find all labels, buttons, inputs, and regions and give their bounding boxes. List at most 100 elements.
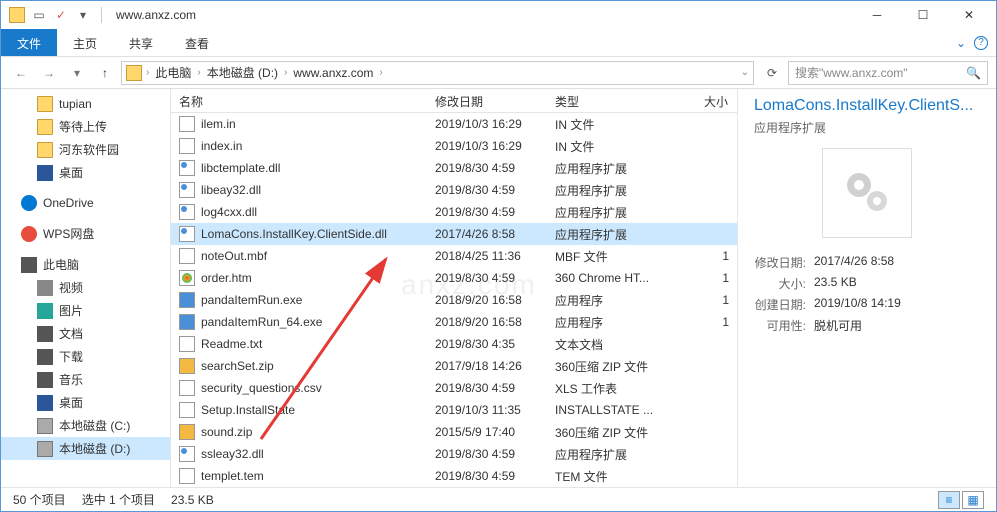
nav-history-dropdown[interactable]: ▾	[65, 61, 89, 85]
ribbon-tab-home[interactable]: 主页	[57, 29, 113, 56]
tree-item-label: 桌面	[59, 394, 83, 411]
tree-item[interactable]: WPS网盘	[1, 222, 170, 245]
qat-check-icon[interactable]: ✓	[51, 5, 71, 25]
nav-up-button[interactable]: ↑	[93, 61, 117, 85]
file-row[interactable]: sound.zip 2015/5/9 17:40 360压缩 ZIP 文件	[171, 421, 737, 443]
file-row[interactable]: ssleay32.dll 2019/8/30 4:59 应用程序扩展	[171, 443, 737, 465]
file-name: noteOut.mbf	[201, 249, 267, 263]
tree-item[interactable]: 等待上传	[1, 115, 170, 138]
view-thumbnails-button[interactable]: ▦	[962, 491, 984, 509]
file-row[interactable]: Setup.InstallState 2019/10/3 11:35 INSTA…	[171, 399, 737, 421]
tree-item[interactable]: 本地磁盘 (C:)	[1, 414, 170, 437]
file-row[interactable]: log4cxx.dll 2019/8/30 4:59 应用程序扩展	[171, 201, 737, 223]
search-placeholder: 搜索"www.anxz.com"	[795, 64, 960, 81]
file-type: IN 文件	[547, 138, 687, 155]
chevron-right-icon[interactable]: ›	[146, 67, 149, 78]
file-icon	[179, 226, 195, 242]
ribbon-tab-share[interactable]: 共享	[113, 29, 169, 56]
qat-properties-icon[interactable]: ▭	[29, 5, 49, 25]
tree-item[interactable]: 河东软件园	[1, 138, 170, 161]
file-row[interactable]: pandaItemRun.exe 2018/9/20 16:58 应用程序 1	[171, 289, 737, 311]
file-type: TEM 文件	[547, 468, 687, 485]
tree-item-label: tupian	[59, 97, 92, 111]
tree-item[interactable]: tupian	[1, 93, 170, 115]
pictures-icon	[37, 303, 53, 319]
chevron-right-icon[interactable]: ›	[284, 67, 287, 78]
navigation-tree[interactable]: tupian 等待上传河东软件园桌面 OneDrive WPS网盘此电脑视频图片文档下…	[1, 89, 171, 487]
detail-row: 修改日期:2017/4/26 8:58	[754, 254, 980, 271]
file-row[interactable]: security_questions.csv 2019/8/30 4:59 XL…	[171, 377, 737, 399]
detail-label: 大小:	[754, 275, 814, 292]
file-row[interactable]: index.in 2019/10/3 16:29 IN 文件	[171, 135, 737, 157]
file-row[interactable]: order.htm 2019/8/30 4:59 360 Chrome HT..…	[171, 267, 737, 289]
refresh-button[interactable]: ⟳	[760, 61, 784, 85]
close-button[interactable]: ✕	[946, 1, 992, 29]
breadcrumb-item[interactable]: 此电脑	[153, 64, 193, 81]
file-name: pandaItemRun.exe	[201, 293, 302, 307]
breadcrumb[interactable]: › 此电脑 › 本地磁盘 (D:) › www.anxz.com › ⌄	[121, 61, 754, 85]
file-icon	[179, 336, 195, 352]
file-date: 2019/8/30 4:59	[427, 161, 547, 175]
tree-item[interactable]: 此电脑	[1, 253, 170, 276]
tree-item[interactable]: 音乐	[1, 368, 170, 391]
file-row[interactable]: noteOut.mbf 2018/4/25 11:36 MBF 文件 1	[171, 245, 737, 267]
file-date: 2018/9/20 16:58	[427, 315, 547, 329]
tree-item[interactable]: OneDrive	[1, 192, 170, 214]
tree-item[interactable]: 视频	[1, 276, 170, 299]
file-date: 2019/8/30 4:59	[427, 183, 547, 197]
file-row[interactable]: templet.tem 2019/8/30 4:59 TEM 文件	[171, 465, 737, 487]
tree-item[interactable]: 文档	[1, 322, 170, 345]
file-type: 应用程序扩展	[547, 226, 687, 243]
column-header-type[interactable]: 类型	[547, 89, 687, 112]
folder-icon	[37, 119, 53, 135]
column-headers: 名称 修改日期 类型 大小	[171, 89, 737, 113]
tree-item[interactable]: 桌面	[1, 391, 170, 414]
file-row[interactable]: Readme.txt 2019/8/30 4:35 文本文档	[171, 333, 737, 355]
chevron-right-icon[interactable]: ›	[379, 67, 382, 78]
tree-item[interactable]: 图片	[1, 299, 170, 322]
docs-icon	[37, 326, 53, 342]
file-size: 1	[687, 293, 737, 307]
nav-back-button[interactable]: ←	[9, 61, 33, 85]
tree-item[interactable]: 桌面	[1, 161, 170, 184]
column-header-size[interactable]: 大小	[687, 89, 737, 112]
file-row[interactable]: LomaCons.InstallKey.ClientSide.dll 2017/…	[171, 223, 737, 245]
tree-item[interactable]: 本地磁盘 (D:)	[1, 437, 170, 460]
file-row[interactable]: libctemplate.dll 2019/8/30 4:59 应用程序扩展	[171, 157, 737, 179]
minimize-button[interactable]: ─	[854, 1, 900, 29]
tree-item-label: 视频	[59, 279, 83, 296]
file-row[interactable]: ilem.in 2019/10/3 16:29 IN 文件	[171, 113, 737, 135]
breadcrumb-item[interactable]: 本地磁盘 (D:)	[205, 64, 280, 81]
file-type: 应用程序	[547, 314, 687, 331]
chevron-down-icon[interactable]: ⌄	[741, 67, 749, 78]
file-row[interactable]: searchSet.zip 2017/9/18 14:26 360压缩 ZIP …	[171, 355, 737, 377]
file-name: libctemplate.dll	[201, 161, 280, 175]
status-bar: 50 个项目 选中 1 个项目 23.5 KB ≡ ▦	[1, 487, 996, 511]
ribbon-tab-file[interactable]: 文件	[1, 29, 57, 56]
nav-forward-button[interactable]: →	[37, 61, 61, 85]
view-details-button[interactable]: ≡	[938, 491, 960, 509]
breadcrumb-item[interactable]: www.anxz.com	[291, 66, 375, 80]
ribbon-tab-view[interactable]: 查看	[169, 29, 225, 56]
column-header-name[interactable]: 名称	[171, 89, 427, 112]
detail-value: 2019/10/8 14:19	[814, 296, 901, 313]
file-row[interactable]: libeay32.dll 2019/8/30 4:59 应用程序扩展	[171, 179, 737, 201]
app-icon	[9, 7, 25, 23]
file-rows: ilem.in 2019/10/3 16:29 IN 文件 index.in 2…	[171, 113, 737, 487]
qat-dropdown-icon[interactable]: ▾	[73, 5, 93, 25]
details-subtitle: 应用程序扩展	[754, 119, 980, 136]
file-name: pandaItemRun_64.exe	[201, 315, 322, 329]
tree-item-label: 音乐	[59, 371, 83, 388]
maximize-button[interactable]: ☐	[900, 1, 946, 29]
tree-item-label: 本地磁盘 (C:)	[59, 417, 130, 434]
tree-item-label: 桌面	[59, 164, 83, 181]
column-header-date[interactable]: 修改日期	[427, 89, 547, 112]
ribbon-expand-icon[interactable]: ⌄	[956, 36, 966, 50]
ribbon-help-icon[interactable]: ?	[974, 36, 988, 50]
onedrive-icon	[21, 195, 37, 211]
search-input[interactable]: 搜索"www.anxz.com" 🔍	[788, 61, 988, 85]
chevron-right-icon[interactable]: ›	[197, 67, 200, 78]
search-icon[interactable]: 🔍	[966, 66, 981, 80]
file-row[interactable]: pandaItemRun_64.exe 2018/9/20 16:58 应用程序…	[171, 311, 737, 333]
tree-item[interactable]: 下载	[1, 345, 170, 368]
